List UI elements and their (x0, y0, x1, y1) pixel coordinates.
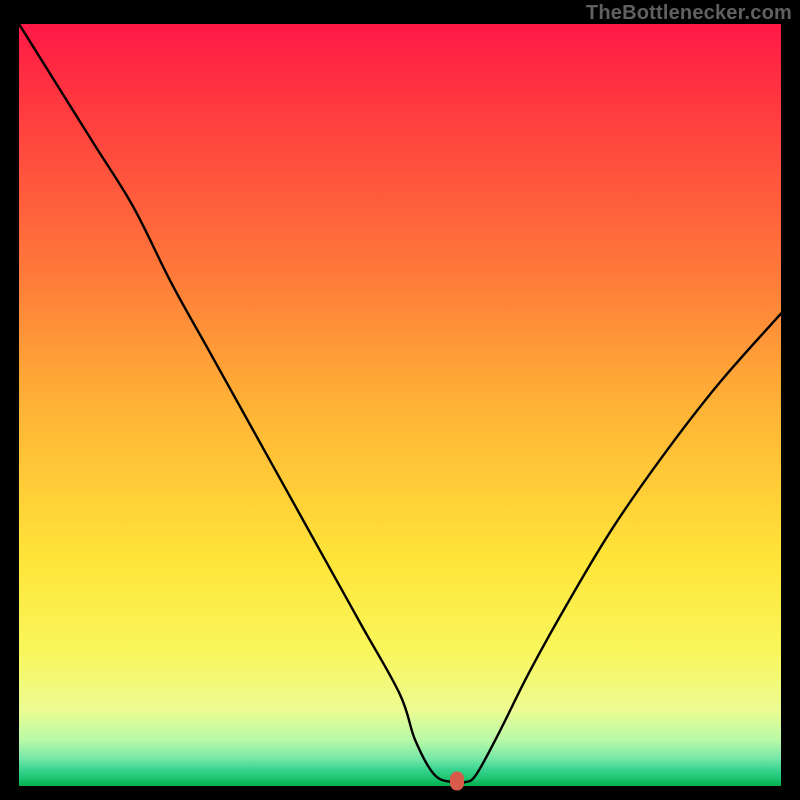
chart-container: TheBottlenecker.com (0, 0, 800, 800)
watermark: TheBottlenecker.com (586, 2, 792, 25)
plot-gradient-background (19, 24, 781, 786)
optimal-point-marker (450, 771, 464, 790)
